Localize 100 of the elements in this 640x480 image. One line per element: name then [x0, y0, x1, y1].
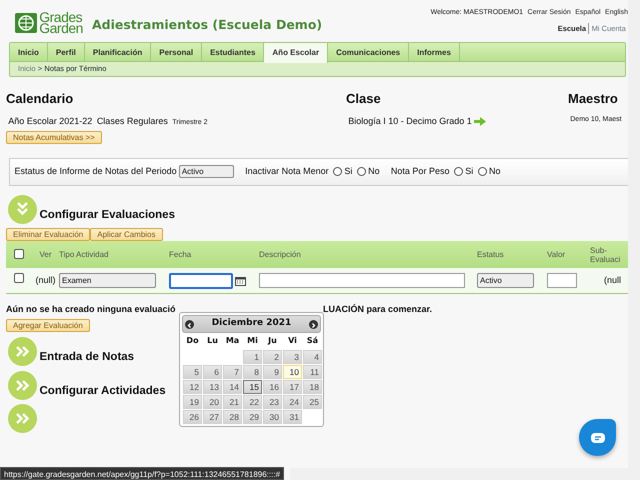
- year-text: Año Escolar 2021-22: [8, 115, 92, 128]
- radio-label: Si: [465, 165, 474, 178]
- section-title[interactable]: Entrada de Notas: [40, 349, 134, 366]
- day-cell[interactable]: 2: [263, 350, 282, 364]
- day-cell[interactable]: 10: [283, 365, 302, 379]
- filter-label: Nota Por Peso: [390, 165, 450, 178]
- nav-tab[interactable]: Informes: [409, 43, 460, 62]
- message-icon: [590, 432, 604, 442]
- chat-button[interactable]: [579, 419, 616, 456]
- select-all-checkbox[interactable]: [14, 248, 24, 259]
- column-header: Estatus: [477, 250, 504, 260]
- day-cell[interactable]: 23: [263, 395, 282, 409]
- day-cell[interactable]: 7: [223, 365, 242, 379]
- day-cell[interactable]: 9: [263, 365, 282, 379]
- day-cell[interactable]: 5: [183, 365, 202, 379]
- section-heading: Maestro: [568, 90, 619, 106]
- day-cell[interactable]: 4: [303, 350, 322, 364]
- day-cell[interactable]: 6: [203, 365, 222, 379]
- action-button[interactable]: Aplicar Cambios: [90, 228, 163, 242]
- nav-tab[interactable]: Año Escolar: [264, 43, 328, 63]
- day-cell[interactable]: 21: [223, 395, 242, 409]
- column-header: Descripción: [259, 250, 301, 260]
- weekday-label: Sá: [306, 335, 320, 347]
- weekday-label: Lu: [206, 335, 219, 347]
- weekday-label: Ma: [224, 335, 240, 347]
- weekday-label: Mi: [246, 335, 259, 347]
- add-evaluation-button[interactable]: Agregar Evaluación: [6, 319, 90, 332]
- nav-tab[interactable]: Inicio: [10, 43, 48, 62]
- table-cell: (null: [604, 274, 622, 285]
- section-title[interactable]: Configurar Evaluaciones: [40, 206, 175, 224]
- day-cell[interactable]: 15: [243, 380, 262, 394]
- nav-tab[interactable]: Personal: [151, 43, 202, 62]
- column-header: Fecha: [169, 250, 192, 260]
- empty-message: LUACIÓN para comenzar.: [323, 302, 432, 315]
- day-cell[interactable]: 20: [203, 395, 222, 409]
- column-header: Sub- Evaluaci: [590, 246, 620, 264]
- day-cell[interactable]: 24: [283, 395, 302, 409]
- filter-label: Estatus de Informe de Notas del Periodo: [14, 165, 177, 178]
- day-cell[interactable]: 13: [203, 380, 222, 394]
- description-field[interactable]: [259, 273, 465, 288]
- weekday-label: Ju: [266, 335, 278, 347]
- weekday-label: Do: [185, 335, 200, 347]
- day-cell[interactable]: 19: [183, 395, 202, 409]
- weekday-label: Vi: [287, 335, 298, 347]
- radio-button[interactable]: [333, 167, 342, 176]
- status-select[interactable]: Activo: [178, 165, 234, 178]
- section-heading: Calendario: [6, 90, 74, 106]
- program-text: Clases Regulares: [96, 115, 168, 128]
- row-checkbox[interactable]: [14, 273, 24, 284]
- day-cell[interactable]: 29: [243, 410, 262, 424]
- nav-tab[interactable]: Perfil: [48, 43, 85, 62]
- day-cell[interactable]: 17: [283, 380, 302, 394]
- table-cell: (null): [35, 274, 56, 285]
- nav-tab[interactable]: Comunicaciones: [328, 43, 410, 62]
- column-header: Ver: [39, 250, 52, 260]
- day-cell[interactable]: 30: [263, 410, 282, 424]
- day-cell[interactable]: 14: [223, 380, 242, 394]
- type-select[interactable]: Examen: [59, 273, 156, 288]
- value-field[interactable]: [547, 273, 577, 288]
- status-select[interactable]: Activo: [477, 273, 534, 288]
- section-title[interactable]: Configurar Actividades: [40, 382, 166, 400]
- day-cell[interactable]: 16: [263, 380, 282, 394]
- day-cell[interactable]: 25: [303, 395, 322, 409]
- site-title: Adiestramientos (Escuela Demo): [92, 16, 322, 34]
- day-cell[interactable]: 18: [303, 380, 322, 394]
- logo-text: Grades: [39, 12, 83, 24]
- status-url: https://gate.gradesgarden.net/apex/gg11p/f?p=1052:111:13246551781896::::#: [0, 467, 284, 480]
- next-month-icon[interactable]: [308, 320, 318, 328]
- date-field[interactable]: [169, 272, 233, 289]
- radio-label: No: [368, 165, 380, 178]
- calendar-icon[interactable]: [235, 276, 246, 286]
- day-cell[interactable]: 3: [283, 350, 302, 364]
- radio-button[interactable]: [454, 167, 463, 176]
- nav-tab[interactable]: Planificación: [84, 43, 152, 62]
- column-header: Valor: [547, 250, 566, 260]
- day-cell[interactable]: 1: [243, 350, 262, 364]
- month-title: Diciembre 2021: [212, 317, 292, 330]
- radio-button[interactable]: [356, 167, 366, 176]
- section-heading: Clase: [346, 90, 382, 106]
- filter-label: Inactivar Nota Menor: [245, 165, 329, 178]
- previous-month-icon[interactable]: [185, 320, 194, 328]
- accumulative-grades-button[interactable]: Notas Acumulativas >>: [6, 130, 102, 144]
- column-header: Tipo Actividad: [59, 250, 109, 260]
- day-cell[interactable]: 22: [243, 395, 262, 409]
- radio-button[interactable]: [478, 167, 487, 176]
- vertical-scrollbar[interactable]: [628, 0, 640, 468]
- day-cell[interactable]: 27: [203, 410, 222, 424]
- globe-logo-icon: [15, 13, 37, 34]
- action-button[interactable]: Eliminar Evaluación: [6, 228, 90, 242]
- radio-label: Si: [344, 165, 352, 178]
- radio-label: No: [488, 165, 500, 178]
- day-cell[interactable]: 12: [183, 380, 202, 394]
- empty-message: Aún no se ha creado ninguna evaluació: [6, 302, 177, 315]
- day-cell[interactable]: 8: [243, 365, 262, 379]
- day-cell[interactable]: 31: [283, 410, 302, 424]
- class-name: Biología I 10 - Decimo Grado 1: [348, 115, 472, 128]
- day-cell[interactable]: 26: [183, 410, 202, 424]
- day-cell[interactable]: 11: [303, 365, 322, 379]
- day-cell[interactable]: 28: [223, 410, 242, 424]
- logo-text: Garden: [39, 23, 83, 34]
